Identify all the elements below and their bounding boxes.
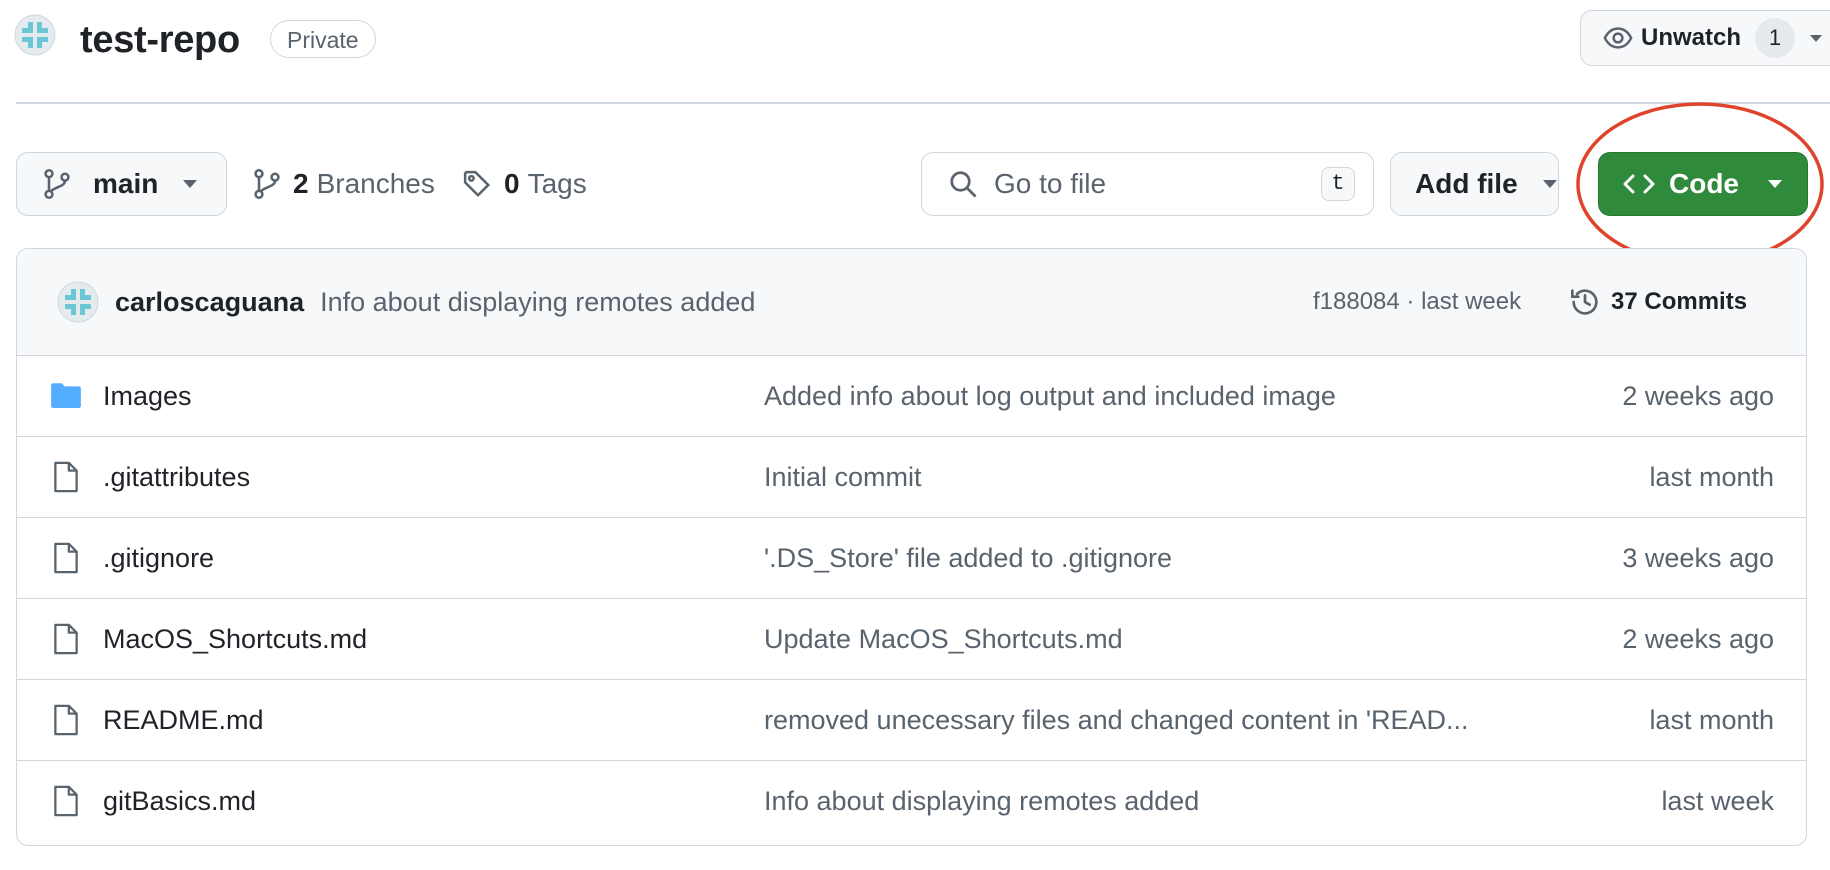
file-icon (49, 541, 83, 575)
file-row[interactable]: Images Added info about log output and i… (17, 356, 1806, 437)
go-to-file-input[interactable] (992, 167, 1296, 201)
git-branch-icon (43, 168, 71, 200)
file-name[interactable]: Images (103, 356, 192, 437)
file-commit-date: last month (1649, 705, 1774, 735)
watch-count: 1 (1755, 18, 1796, 58)
file-commit-message[interactable]: Update MacOS_Shortcuts.md (764, 599, 1123, 680)
file-list: Images Added info about log output and i… (17, 356, 1806, 842)
branches-link[interactable]: 2 Branches (253, 164, 435, 204)
eye-icon (1603, 23, 1633, 53)
file-name[interactable]: MacOS_Shortcuts.md (103, 599, 367, 680)
file-icon (49, 703, 83, 737)
file-row[interactable]: .gitattributes Initial commit last month (17, 437, 1806, 518)
repo-name[interactable]: test-repo (80, 14, 240, 66)
file-icon (49, 622, 83, 656)
commit-hash-time[interactable]: f188084 · last week (1313, 288, 1521, 316)
add-file-label: Add file (1415, 168, 1518, 199)
branches-label: Branches (316, 168, 435, 199)
search-icon (948, 169, 978, 199)
add-file-button[interactable]: Add file (1390, 152, 1559, 216)
repo-avatar[interactable] (14, 14, 56, 56)
file-row[interactable]: MacOS_Shortcuts.md Update MacOS_Shortcut… (17, 599, 1806, 680)
file-commit-message[interactable]: removed unecessary files and changed con… (764, 680, 1469, 761)
chevron-down-icon (1542, 179, 1558, 189)
chevron-down-icon (182, 179, 198, 189)
file-commit-message[interactable]: Info about displaying remotes added (764, 761, 1199, 842)
commits-label: 37 Commits (1611, 288, 1748, 315)
file-commit-message[interactable]: Initial commit (764, 437, 922, 518)
identicon-avatar (57, 281, 99, 323)
file-commit-message[interactable]: '.DS_Store' file added to .gitignore (764, 518, 1172, 599)
unwatch-button[interactable]: Unwatch 1 (1580, 10, 1830, 66)
latest-commit-bar: carloscaguana Info about displaying remo… (17, 249, 1806, 356)
branches-count: 2 (293, 168, 309, 199)
file-row[interactable]: .gitignore '.DS_Store' file added to .gi… (17, 518, 1806, 599)
file-table: carloscaguana Info about displaying remo… (16, 248, 1807, 846)
highlight-annotation (1576, 102, 1824, 266)
history-icon (1569, 286, 1601, 318)
file-name[interactable]: gitBasics.md (103, 761, 256, 842)
tags-label: Tags (527, 168, 587, 199)
tags-count: 0 (504, 168, 520, 199)
file-commit-date: last month (1649, 462, 1774, 492)
tag-icon (462, 169, 492, 199)
chevron-down-icon (1809, 33, 1823, 43)
commits-link[interactable]: 37 Commits (1569, 286, 1747, 318)
folder-icon (49, 379, 83, 413)
tags-link[interactable]: 0 Tags (462, 164, 587, 204)
go-to-file-search[interactable]: t (921, 152, 1374, 216)
file-commit-date: 3 weeks ago (1622, 543, 1774, 573)
file-name[interactable]: README.md (103, 680, 264, 761)
identicon-avatar (14, 14, 56, 56)
file-row[interactable]: gitBasics.md Info about displaying remot… (17, 761, 1806, 842)
file-commit-date: 2 weeks ago (1622, 624, 1774, 654)
file-commit-date: last week (1661, 786, 1774, 816)
file-commit-date: 2 weeks ago (1622, 381, 1774, 411)
file-icon (49, 784, 83, 818)
file-name[interactable]: .gitignore (103, 518, 214, 599)
commit-author[interactable]: carloscaguana (115, 287, 304, 318)
visibility-badge: Private (270, 20, 376, 58)
branch-selector[interactable]: main (16, 152, 227, 216)
file-row[interactable]: README.md removed unecessary files and c… (17, 680, 1806, 761)
author-avatar[interactable] (57, 281, 99, 323)
header-divider (16, 102, 1830, 104)
file-icon (49, 460, 83, 494)
branch-name: main (93, 168, 159, 199)
keyboard-shortcut-hint: t (1321, 167, 1355, 201)
git-branch-icon (253, 168, 281, 200)
commit-message[interactable]: Info about displaying remotes added (320, 287, 755, 318)
unwatch-label: Unwatch (1641, 24, 1742, 51)
file-name[interactable]: .gitattributes (103, 437, 250, 518)
file-commit-message[interactable]: Added info about log output and included… (764, 356, 1336, 437)
